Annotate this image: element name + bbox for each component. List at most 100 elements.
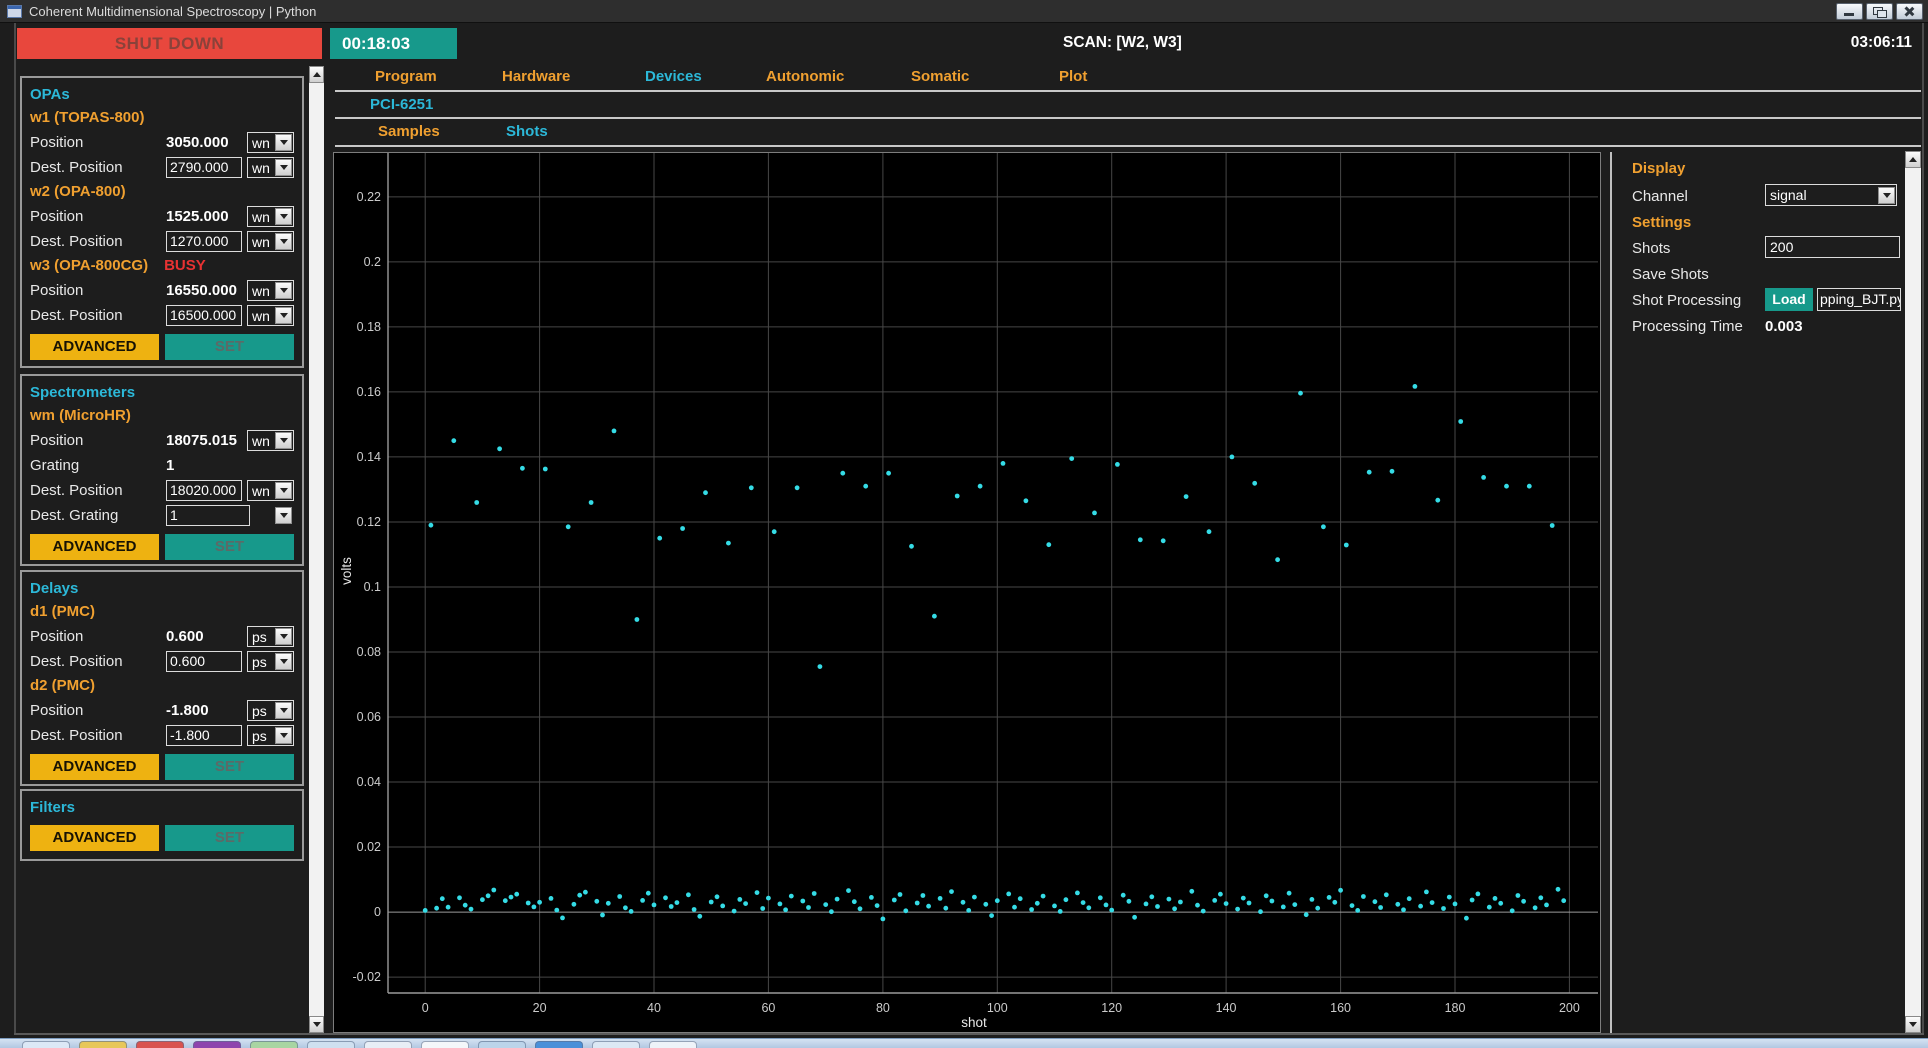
d2-units-combo[interactable]: ps <box>247 700 294 721</box>
channel-combo[interactable]: signal <box>1765 184 1897 206</box>
scroll-up-icon[interactable] <box>1905 151 1921 168</box>
chevron-down-icon[interactable] <box>1878 186 1895 204</box>
chevron-down-icon[interactable] <box>275 727 292 744</box>
delays-panel: Delays d1 (PMC) Position 0.600 ps Dest. … <box>20 570 304 786</box>
taskbar-app-icon[interactable] <box>22 1041 70 1048</box>
opa-w3-busy-badge: BUSY <box>164 257 206 274</box>
spectrometers-advanced-button[interactable]: ADVANCED <box>30 534 159 560</box>
w1-dest-units-combo[interactable]: wn <box>247 157 294 178</box>
d2-dest-units-combo[interactable]: ps <box>247 725 294 746</box>
taskbar-app-icon[interactable] <box>136 1041 184 1048</box>
processing-time-value: 0.003 <box>1765 318 1803 335</box>
tab-somatic[interactable]: Somatic <box>911 68 969 85</box>
tab-samples[interactable]: Samples <box>378 123 440 140</box>
chevron-down-icon[interactable] <box>275 653 292 670</box>
taskbar-app-icon[interactable] <box>535 1041 583 1048</box>
chevron-down-icon[interactable] <box>275 159 292 176</box>
taskbar-app-icon[interactable] <box>364 1041 412 1048</box>
shutdown-button[interactable]: SHUT DOWN <box>17 28 322 59</box>
taskbar-app-icon[interactable] <box>307 1041 355 1048</box>
panel-splitter[interactable] <box>1610 152 1612 1033</box>
app-window: Coherent Multidimensional Spectroscopy |… <box>0 0 1928 1048</box>
shot-processing-file-input[interactable]: pping_BJT.py <box>1817 288 1901 311</box>
scroll-down-icon[interactable] <box>1905 1016 1921 1033</box>
load-button[interactable]: Load <box>1765 288 1813 311</box>
close-button[interactable] <box>1896 3 1923 20</box>
opa-w3-name: w3 (OPA-800CG) <box>30 257 149 274</box>
opa-w2-name: w2 (OPA-800) <box>30 183 126 200</box>
taskbar-app-icon[interactable] <box>478 1041 526 1048</box>
taskbar-app-icon[interactable] <box>649 1041 697 1048</box>
d2-dest-position-input[interactable]: -1.800 <box>166 725 242 746</box>
taskbar-app-icon[interactable] <box>250 1041 298 1048</box>
tab-program[interactable]: Program <box>375 68 437 85</box>
w2-dest-units-combo[interactable]: wn <box>247 231 294 252</box>
tab-shots[interactable]: Shots <box>506 123 548 140</box>
dest-position-label: Dest. Position <box>30 159 123 176</box>
tab-devices[interactable]: Devices <box>645 68 702 85</box>
d1-units-combo[interactable]: ps <box>247 626 294 647</box>
right-panel-scrollbar[interactable] <box>1905 151 1921 1033</box>
opas-advanced-button[interactable]: ADVANCED <box>30 334 159 360</box>
device-tab-separator <box>335 117 1921 119</box>
filters-header: Filters <box>30 799 76 816</box>
chevron-down-icon[interactable] <box>275 432 292 449</box>
taskbar-app-icon[interactable] <box>421 1041 469 1048</box>
tab-plot[interactable]: Plot <box>1059 68 1087 85</box>
restore-button[interactable] <box>1866 3 1893 20</box>
delays-advanced-button[interactable]: ADVANCED <box>30 754 159 780</box>
shots-scatter-chart[interactable]: -0.02 0 0.02 0.04 0.06 0.08 0.1 0.12 0.14 0.16 0.1… <box>334 153 1600 1032</box>
dest-grating-combo[interactable]: 1 <box>166 505 250 526</box>
w1-dest-position-input[interactable]: 2790.000 <box>166 157 242 178</box>
chevron-down-icon[interactable] <box>275 233 292 250</box>
svg-text:60: 60 <box>761 1001 775 1015</box>
spectrometers-set-button[interactable]: SET <box>165 534 294 560</box>
filters-advanced-button[interactable]: ADVANCED <box>30 825 159 851</box>
w3-dest-position-input[interactable]: 16500.000 <box>166 305 242 326</box>
wm-units-combo[interactable]: wn <box>247 430 294 451</box>
scroll-up-icon[interactable] <box>309 66 324 83</box>
w2-dest-position-input[interactable]: 1270.000 <box>166 231 242 252</box>
delays-set-button[interactable]: SET <box>165 754 294 780</box>
chevron-down-icon[interactable] <box>275 307 292 324</box>
chevron-down-icon[interactable] <box>275 134 292 151</box>
wm-dest-position-input[interactable]: 18020.000 <box>166 480 242 501</box>
opas-set-button[interactable]: SET <box>165 334 294 360</box>
filters-set-button[interactable]: SET <box>165 825 294 851</box>
sidebar-scrollbar[interactable] <box>309 66 324 1033</box>
chevron-down-icon[interactable] <box>275 208 292 225</box>
svg-text:140: 140 <box>1216 1001 1237 1015</box>
taskbar-app-icon[interactable] <box>592 1041 640 1048</box>
w3-dest-units-combo[interactable]: wn <box>247 305 294 326</box>
d1-dest-units-combo[interactable]: ps <box>247 651 294 672</box>
shots-input[interactable]: 200 <box>1765 236 1900 258</box>
taskbar-app-icon[interactable] <box>79 1041 127 1048</box>
scroll-down-icon[interactable] <box>309 1016 324 1033</box>
tab-hardware[interactable]: Hardware <box>502 68 570 85</box>
wm-dest-units-combo[interactable]: wn <box>247 480 294 501</box>
opas-header: OPAs <box>30 86 70 103</box>
chevron-down-icon[interactable] <box>275 507 292 524</box>
shots-plot[interactable]: -0.02 0 0.02 0.04 0.06 0.08 0.1 0.12 0.14 0.16 0.1… <box>333 152 1601 1033</box>
scan-status: SCAN: [W2, W3] <box>1063 34 1182 51</box>
taskbar-app-icon[interactable] <box>193 1041 241 1048</box>
svg-text:0.06: 0.06 <box>357 710 381 724</box>
title-bar[interactable]: Coherent Multidimensional Spectroscopy |… <box>0 0 1928 23</box>
svg-text:0: 0 <box>374 905 381 919</box>
chevron-down-icon[interactable] <box>275 282 292 299</box>
svg-text:0.02: 0.02 <box>357 840 381 854</box>
w2-units-combo[interactable]: wn <box>247 206 294 227</box>
spectrometers-header: Spectrometers <box>30 384 136 401</box>
w1-position-value: 3050.000 <box>166 134 229 151</box>
chevron-down-icon[interactable] <box>275 482 292 499</box>
w1-units-combo[interactable]: wn <box>247 132 294 153</box>
chevron-down-icon[interactable] <box>275 702 292 719</box>
windows-taskbar[interactable] <box>0 1038 1928 1048</box>
tab-pci-6251[interactable]: PCI-6251 <box>370 96 433 113</box>
chevron-down-icon[interactable] <box>275 628 292 645</box>
minimize-button[interactable] <box>1836 3 1863 20</box>
w3-units-combo[interactable]: wn <box>247 280 294 301</box>
tab-autonomic[interactable]: Autonomic <box>766 68 844 85</box>
dest-grating-label: Dest. Grating <box>30 507 119 524</box>
d1-dest-position-input[interactable]: 0.600 <box>166 651 242 672</box>
